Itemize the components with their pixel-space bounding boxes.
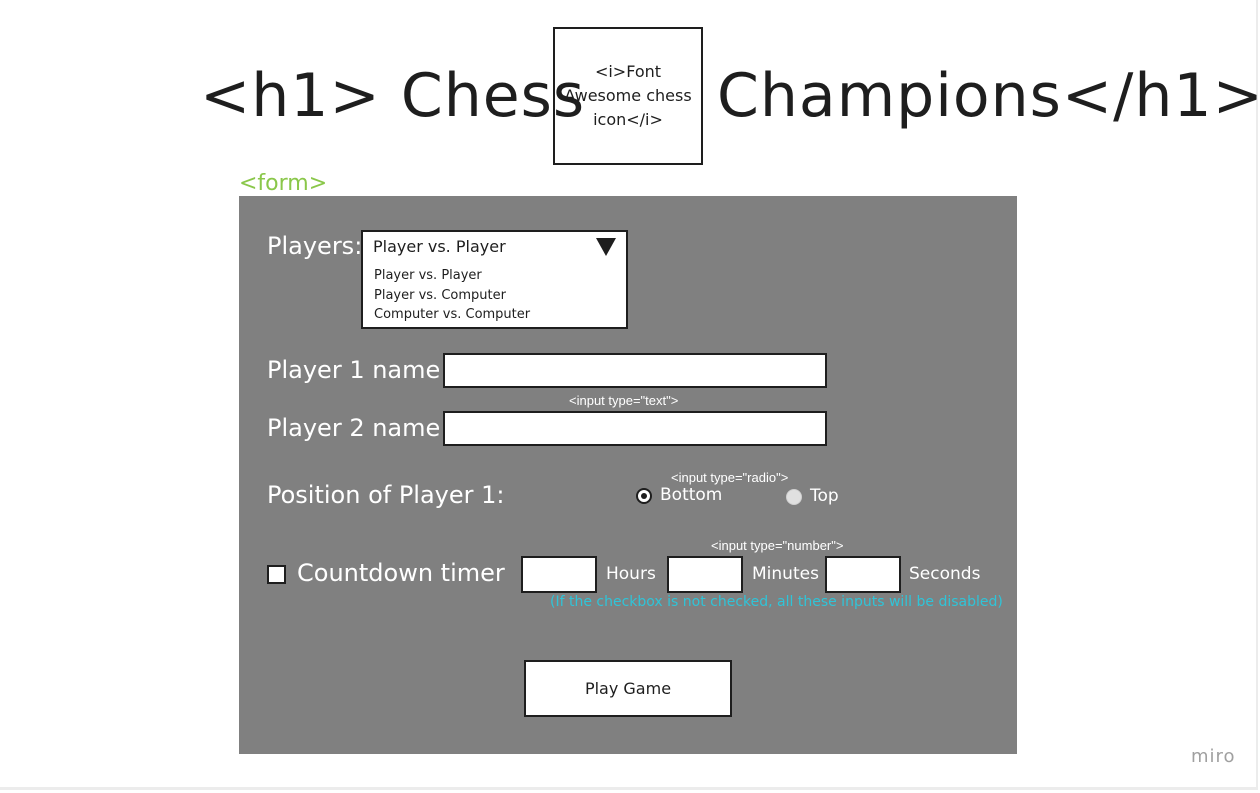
players-options-list: Player vs. Player Player vs. Computer Co…: [361, 260, 628, 329]
position-top-label: Top: [810, 486, 839, 506]
players-select-value: Player vs. Player: [373, 237, 506, 256]
countdown-timer-checkbox[interactable]: [267, 565, 286, 584]
players-option[interactable]: Computer vs. Computer: [374, 305, 626, 325]
page-title-right: Champions</h1>: [717, 61, 1260, 131]
number-input-note: <input type="number">: [711, 538, 844, 553]
dropdown-arrow-icon[interactable]: [596, 238, 616, 256]
player1-name-label: Player 1 name:: [267, 356, 449, 384]
players-label: Players:: [267, 232, 363, 260]
position-label: Position of Player 1:: [267, 481, 505, 509]
position-bottom-label: Bottom: [660, 485, 723, 505]
text-input-note: <input type="text">: [569, 393, 679, 408]
players-option[interactable]: Player vs. Player: [374, 266, 626, 286]
countdown-timer-label: Countdown timer: [297, 559, 505, 587]
play-game-button[interactable]: Play Game: [524, 660, 732, 717]
player1-name-input[interactable]: [443, 353, 827, 388]
miro-watermark: miro: [1191, 746, 1236, 767]
player2-name-input[interactable]: [443, 411, 827, 446]
minutes-label: Minutes: [752, 564, 819, 584]
player2-name-label: Player 2 name:: [267, 414, 449, 442]
hours-input[interactable]: [521, 556, 597, 593]
players-select[interactable]: Player vs. Player: [361, 230, 628, 262]
form-tag-label: <form>: [239, 171, 328, 196]
chess-icon-placeholder: <i>Font Awesome chess icon</i>: [553, 27, 703, 165]
minutes-input[interactable]: [667, 556, 743, 593]
radio-input-note: <input type="radio">: [671, 470, 789, 485]
page-title-left: <h1> Chess: [200, 61, 586, 131]
seconds-input[interactable]: [825, 556, 901, 593]
hours-label: Hours: [606, 564, 656, 584]
position-top-radio[interactable]: [786, 489, 802, 505]
players-option[interactable]: Player vs. Computer: [374, 286, 626, 306]
seconds-label: Seconds: [909, 564, 981, 584]
position-bottom-radio[interactable]: [636, 488, 652, 504]
timer-hint: (If the checkbox is not checked, all the…: [550, 594, 1003, 610]
